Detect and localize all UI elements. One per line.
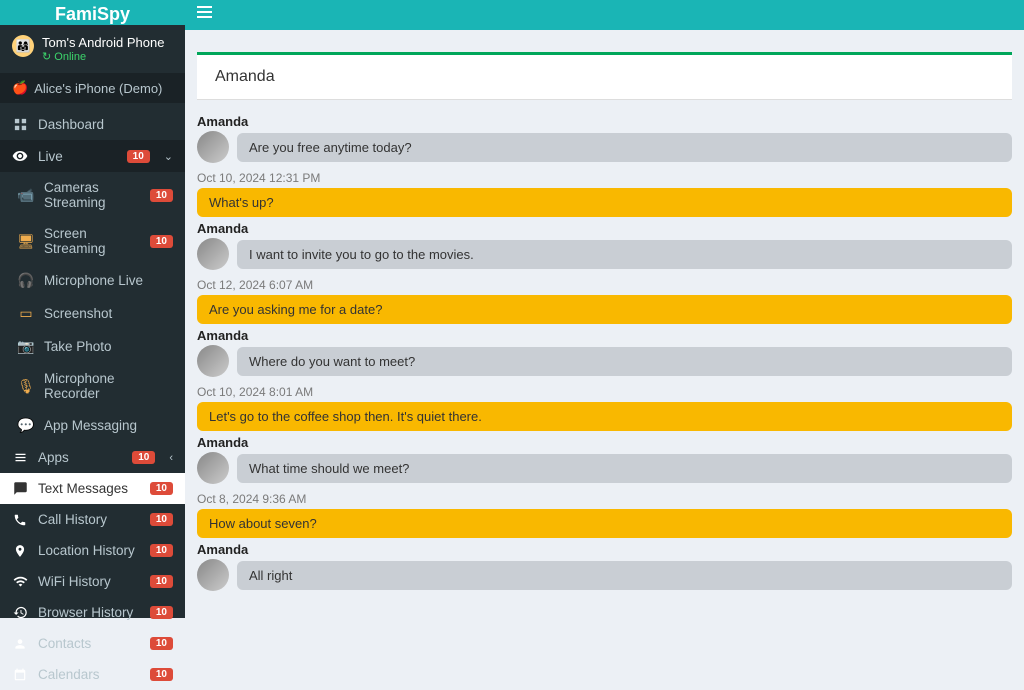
message-bubble: How about seven? [197, 509, 1012, 538]
message-row: Where do you want to meet? [197, 345, 1012, 377]
message-row: All right [197, 559, 1012, 591]
nav-calendars[interactable]: Calendars 10 [0, 659, 185, 690]
message-timestamp: Oct 8, 2024 9:36 AM [197, 492, 1012, 506]
nav-wifi-history[interactable]: WiFi History 10 [0, 566, 185, 597]
message-row: Are you free anytime today? [197, 131, 1012, 163]
nav-microphone-live[interactable]: 🎧 Microphone Live [0, 264, 185, 297]
message-row: What's up? [197, 188, 1012, 217]
chat-title: Amanda [197, 55, 1012, 100]
eye-icon [12, 148, 28, 164]
nav-live-sublist: 📹 Cameras Streaming 10 🖥 Screen Streamin… [0, 172, 185, 442]
message-row: Are you asking me for a date? [197, 295, 1012, 324]
sidebar: FamiSpy 👨‍👩‍👧 Tom's Android Phone ↻ Onli… [0, 0, 185, 618]
person-icon [12, 637, 28, 651]
message-bubble: I want to invite you to go to the movies… [237, 240, 1012, 269]
sender-name: Amanda [197, 435, 1012, 450]
photo-icon: 📷 [18, 338, 34, 355]
message-bubble: Where do you want to meet? [237, 347, 1012, 376]
main-content: Amanda Amanda Are you free anytime today?… [185, 0, 1024, 618]
device-avatar-icon: 👨‍👩‍👧 [12, 35, 34, 57]
sender-name: Amanda [197, 114, 1012, 129]
message-row: How about seven? [197, 509, 1012, 538]
message-row: I want to invite you to go to the movies… [197, 238, 1012, 270]
contact-avatar [197, 559, 229, 591]
topbar [185, 0, 1024, 30]
messages-icon [12, 481, 28, 496]
message-row: What time should we meet? [197, 452, 1012, 484]
chevron-down-icon: ⌄ [164, 150, 173, 163]
nav-app-messaging[interactable]: 💬 App Messaging [0, 409, 185, 442]
message-bubble: Are you asking me for a date? [197, 295, 1012, 324]
mic-icon: 🎙 [18, 378, 34, 395]
content-area: Amanda Amanda Are you free anytime today?… [185, 30, 1024, 618]
contact-avatar [197, 452, 229, 484]
nav-screen-streaming[interactable]: 🖥 Screen Streaming 10 [0, 218, 185, 264]
message-timestamp: Oct 12, 2024 6:07 AM [197, 278, 1012, 292]
camera-icon: 📹 [18, 187, 34, 204]
nav-microphone-recorder[interactable]: 🎙 Microphone Recorder [0, 363, 185, 409]
calendar-icon [12, 668, 28, 682]
pin-icon [12, 544, 28, 558]
message-bubble: What time should we meet? [237, 454, 1012, 483]
message-bubble: Are you free anytime today? [237, 133, 1012, 162]
current-device[interactable]: 👨‍👩‍👧 Tom's Android Phone ↻ Online [0, 25, 185, 73]
sender-name: Amanda [197, 221, 1012, 236]
dashboard-icon [12, 117, 28, 132]
nav-screenshot[interactable]: ▭ Screenshot [0, 297, 185, 330]
brand-logo[interactable]: FamiSpy [0, 0, 185, 25]
nav-apps[interactable]: Apps 10 ‹ [0, 442, 185, 473]
chat-area: Amanda Are you free anytime today? Oct 10,… [185, 106, 1024, 605]
sender-name: Amanda [197, 542, 1012, 557]
menu-toggle-button[interactable] [197, 6, 212, 18]
nav-cameras-streaming[interactable]: 📹 Cameras Streaming 10 [0, 172, 185, 218]
phone-icon [12, 513, 28, 527]
wifi-icon [12, 574, 28, 589]
contact-avatar [197, 131, 229, 163]
nav-text-messages[interactable]: Text Messages 10 [0, 473, 185, 504]
nav-take-photo[interactable]: 📷 Take Photo [0, 330, 185, 363]
nav-call-history[interactable]: Call History 10 [0, 504, 185, 535]
contact-avatar [197, 345, 229, 377]
nav-browser-history[interactable]: Browser History 10 [0, 597, 185, 628]
message-bubble: What's up? [197, 188, 1012, 217]
demo-device-label: Alice's iPhone (Demo) [34, 81, 162, 96]
nav-dashboard[interactable]: Dashboard [0, 109, 185, 140]
nav-list: Dashboard Live 10 ⌄ 📹 Cameras Streaming … [0, 109, 185, 690]
badge: 10 [127, 150, 150, 163]
headphones-icon: 🎧 [18, 272, 34, 289]
tablet-icon: ▭ [18, 305, 34, 322]
message-timestamp: Oct 10, 2024 12:31 PM [197, 171, 1012, 185]
message-row: Let's go to the coffee shop then. It's q… [197, 402, 1012, 431]
device-status: ↻ Online [42, 50, 164, 63]
message-bubble: All right [237, 561, 1012, 590]
message-timestamp: Oct 10, 2024 8:01 AM [197, 385, 1012, 399]
nav-contacts[interactable]: Contacts 10 [0, 628, 185, 659]
nav-location-history[interactable]: Location History 10 [0, 535, 185, 566]
sender-name: Amanda [197, 328, 1012, 343]
device-name: Tom's Android Phone [42, 35, 164, 50]
message-bubble: Let's go to the coffee shop then. It's q… [197, 402, 1012, 431]
chevron-left-icon: ‹ [169, 452, 173, 464]
apple-icon: 🍎 [12, 80, 28, 96]
nav-live[interactable]: Live 10 ⌄ [0, 140, 185, 172]
demo-device-link[interactable]: 🍎 Alice's iPhone (Demo) [0, 73, 185, 103]
monitor-icon: 🖥 [18, 233, 34, 250]
list-icon [12, 450, 28, 465]
contact-avatar [197, 238, 229, 270]
chat-icon: 💬 [18, 417, 34, 434]
